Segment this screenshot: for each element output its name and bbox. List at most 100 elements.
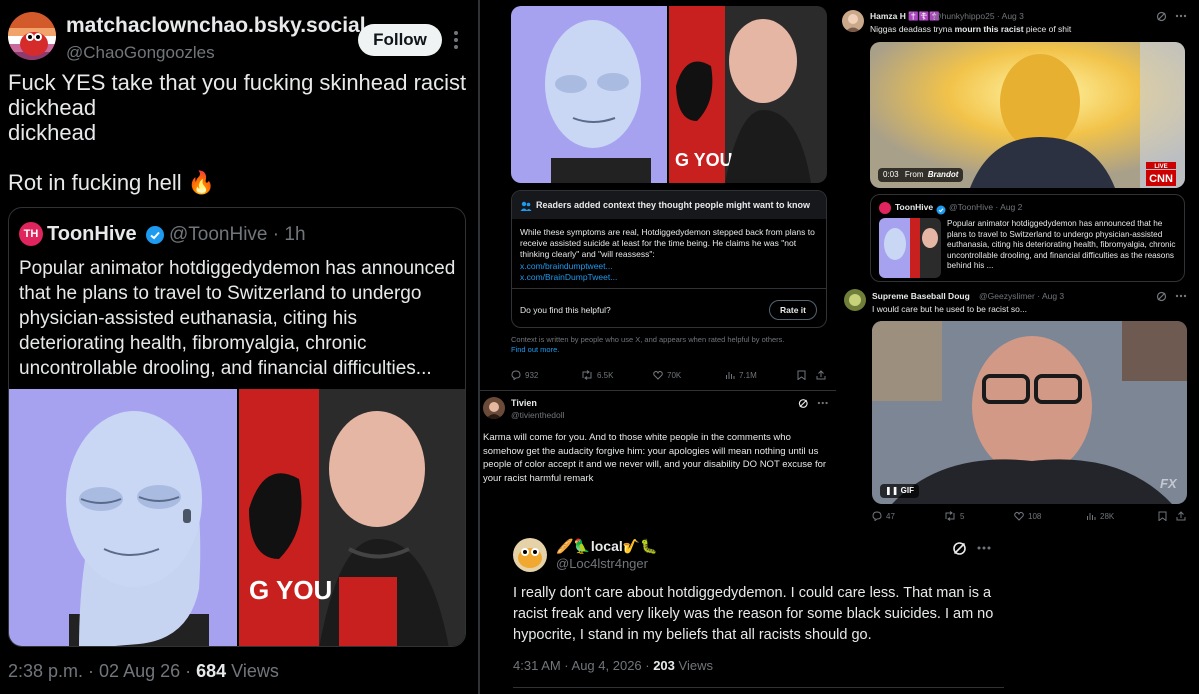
tweet-actions: 932 6.5K 70K 7.1M (511, 370, 827, 384)
quoted-author-avatar[interactable] (879, 202, 891, 214)
note-disclaimer: Context is written by people who use X, … (511, 335, 821, 355)
repost-button[interactable]: 5 (944, 511, 964, 521)
share-button[interactable] (1176, 511, 1186, 521)
grok-icon[interactable] (952, 541, 967, 556)
grok-icon[interactable] (1156, 291, 1167, 302)
bookmark-icon (797, 370, 806, 380)
like-button[interactable]: 108 (1014, 511, 1041, 521)
quoted-tweet[interactable]: ToonHive @ToonHive · Aug 2 Popular anima… (870, 194, 1185, 282)
reply-author-name[interactable]: 🥖🦜local🎷🐛 (556, 538, 658, 555)
bookmark-button[interactable] (1158, 511, 1167, 521)
reply-text-bold: mourn this racist (954, 24, 1024, 34)
reply-timestamp[interactable]: 4:31 AM · Aug 4, 2026 · (513, 658, 653, 673)
like-count: 108 (1028, 511, 1042, 521)
quoted-tweet-image[interactable]: G YOU (9, 389, 465, 646)
more-options-icon[interactable] (448, 28, 464, 52)
more-options-icon[interactable] (817, 401, 828, 405)
community-note-panel: G YOU Readers added context they thought… (480, 0, 840, 524)
reply-author-name[interactable]: Hamza H ✝️☦️✝️ (870, 11, 940, 22)
reply-author-handle[interactable]: @Geezyslimer · Aug 3 (979, 291, 1064, 301)
repost-icon (582, 370, 592, 380)
gif-label: GIF (900, 486, 914, 495)
reply-header-icons (798, 397, 828, 409)
share-icon (816, 370, 826, 380)
more-options-icon[interactable] (1175, 14, 1187, 18)
quoted-author-avatar[interactable]: TH (19, 222, 43, 246)
author-display-name[interactable]: matchaclownchao.bsky.social (66, 14, 366, 38)
share-button[interactable] (816, 370, 826, 380)
quoted-tweet-text: Popular animator hotdiggedydemon has ann… (19, 258, 456, 379)
reply-gif[interactable] (872, 321, 1187, 504)
views-count: 684 (196, 661, 227, 681)
like-button[interactable]: 70K (653, 370, 681, 380)
community-note-links: x.com/braindumptweet... x.com/BrainDumpT… (520, 261, 617, 283)
like-count: 70K (667, 370, 682, 380)
community-note: Readers added context they thought peopl… (511, 190, 827, 328)
reply-author-handle[interactable]: @hunkyhippo25 · Aug 3 (933, 11, 1024, 21)
analytics-icon (1087, 513, 1096, 520)
reply-author-avatar[interactable] (842, 10, 864, 32)
rate-it-button[interactable]: Rate it (769, 300, 817, 320)
reply-text: I would care but he used to be racist so… (872, 304, 1027, 314)
heart-icon (653, 370, 663, 380)
follow-button[interactable]: Follow (358, 24, 442, 56)
reply-button[interactable]: 932 (511, 370, 538, 380)
reply-text: Karma will come for you. And to those wh… (483, 432, 827, 484)
reply-author-avatar[interactable] (483, 397, 505, 419)
reply-author-name[interactable]: Supreme Baseball Doug (872, 291, 970, 301)
fx-watermark: FX (1160, 476, 1177, 491)
reply-button[interactable]: 47 (872, 511, 895, 521)
video-duration: 0:03 (883, 170, 899, 179)
views-button[interactable]: 7.1M (725, 370, 757, 380)
bookmark-icon (1158, 511, 1167, 521)
find-out-more-link[interactable]: Find out more. (511, 345, 559, 354)
tweet-image[interactable]: G YOU (511, 6, 827, 183)
more-options-icon[interactable] (1175, 294, 1187, 298)
grok-icon[interactable] (798, 398, 809, 409)
reply-author-handle[interactable]: @Loc4lstr4nger (556, 556, 648, 571)
quoted-author-handle[interactable]: @ToonHive · 1h (169, 224, 306, 246)
divider (512, 288, 826, 289)
note-link[interactable]: x.com/braindumptweet... (520, 261, 617, 272)
quoted-tweet[interactable]: TH ToonHive @ToonHive · 1h Popular anima… (8, 207, 466, 647)
divider (480, 390, 840, 391)
reply-video[interactable] (870, 42, 1185, 188)
disclaimer-text: Context is written by people who use X, … (511, 335, 785, 344)
quoted-author-name[interactable]: ToonHive (895, 202, 933, 212)
share-icon (1176, 511, 1186, 521)
reply-count: 47 (886, 511, 895, 521)
views-button[interactable]: 28K (1086, 511, 1114, 521)
tweet-meta: 2:38 p.m. · 02 Aug 26 · 684 Views (8, 661, 279, 682)
video-source: Brandot (927, 170, 959, 179)
reply-author-name[interactable]: Tivien (511, 398, 537, 408)
verified-badge-icon (145, 225, 165, 245)
repost-icon (945, 511, 955, 521)
quoted-author-name[interactable]: ToonHive (47, 223, 137, 246)
reply-header-icons (952, 540, 992, 556)
bookmark-button[interactable] (797, 370, 806, 380)
svg-text:G YOU: G YOU (249, 575, 332, 605)
author-handle[interactable]: @ChaoGongoozles (66, 43, 215, 63)
reply-icon (872, 511, 882, 521)
reply-author-avatar[interactable] (844, 289, 866, 311)
author-avatar[interactable] (8, 12, 56, 60)
note-link[interactable]: x.com/BrainDumpTweet... (520, 272, 617, 283)
repost-button[interactable]: 6.5K (581, 370, 613, 380)
community-note-title: Readers added context they thought peopl… (536, 200, 811, 210)
more-options-icon[interactable] (977, 546, 991, 550)
reply-header-icons (1156, 290, 1188, 302)
reply-text-part: piece of shit (1023, 24, 1072, 34)
grok-icon[interactable] (1156, 11, 1167, 22)
tweet-text: Fuck YES take that you fucking skinhead … (8, 70, 467, 195)
reply-author-handle[interactable]: @tivienthedoll (511, 410, 565, 420)
svg-text:CNN: CNN (1149, 173, 1173, 185)
analytics-icon (726, 372, 735, 379)
reply-text-part: Niggas deadass tryna (870, 24, 955, 34)
quoted-tweet-thumbnail[interactable] (879, 218, 941, 278)
tweet-timestamp[interactable]: 2:38 p.m. · 02 Aug 26 · (8, 661, 196, 681)
heart-icon (1014, 511, 1024, 521)
reply-author-avatar[interactable] (513, 538, 547, 572)
reply-count: 932 (525, 370, 539, 380)
quoted-author-handle[interactable]: @ToonHive · Aug 2 (949, 202, 1022, 212)
community-note-header: Readers added context they thought peopl… (512, 191, 826, 219)
